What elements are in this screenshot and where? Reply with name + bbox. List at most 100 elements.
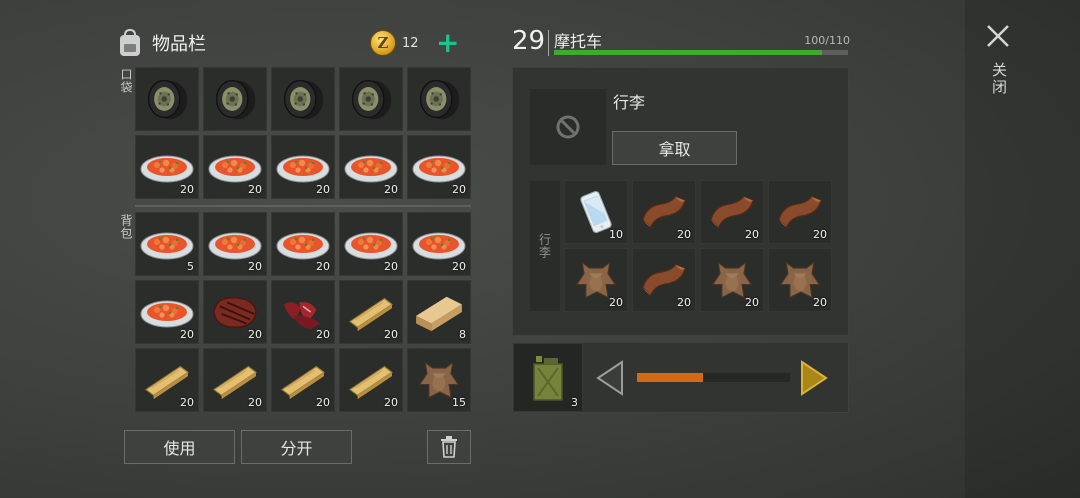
item-quantity: 15 bbox=[452, 396, 466, 409]
coin-icon: Z bbox=[370, 30, 396, 56]
inventory-slot[interactable]: 20 bbox=[203, 348, 267, 412]
fuel-increase-button[interactable] bbox=[798, 360, 830, 396]
fuel-decrease-button[interactable] bbox=[594, 360, 626, 396]
inventory-slot[interactable]: 20 bbox=[339, 212, 403, 276]
inventory-slot[interactable] bbox=[271, 67, 335, 131]
close-button[interactable] bbox=[984, 22, 1012, 50]
leather-icon bbox=[705, 191, 759, 233]
vehicle-level: 29 bbox=[512, 26, 546, 56]
storage-label: 行李 bbox=[537, 233, 552, 259]
item-quantity: 20 bbox=[677, 296, 691, 309]
item-quantity: 20 bbox=[384, 183, 398, 196]
item-quantity: 20 bbox=[452, 260, 466, 273]
inventory-slot[interactable]: 20 bbox=[271, 212, 335, 276]
log-icon bbox=[412, 291, 466, 333]
stew-icon bbox=[139, 292, 195, 332]
item-quantity: 20 bbox=[316, 328, 330, 341]
item-quantity: 20 bbox=[745, 228, 759, 241]
item-quantity: 20 bbox=[248, 260, 262, 273]
inventory-slot[interactable]: 20 bbox=[564, 248, 628, 312]
backpack-label: 背包 bbox=[119, 214, 133, 240]
fuel-level-bar bbox=[637, 373, 790, 382]
vehicle-header: 29 摩托车 100/110 bbox=[512, 24, 850, 60]
inventory-slot[interactable]: 20 bbox=[407, 212, 471, 276]
plank-icon bbox=[276, 359, 330, 401]
inventory-title: 物品栏 bbox=[152, 34, 206, 55]
inventory-slot[interactable]: 20 bbox=[339, 348, 403, 412]
close-label[interactable]: 关闭 bbox=[989, 62, 1010, 96]
inventory-slot[interactable]: 20 bbox=[271, 348, 335, 412]
inventory-slot[interactable]: 20 bbox=[203, 280, 267, 344]
pockets-grid: 20 20 20 20 20 bbox=[135, 67, 471, 199]
stew-icon bbox=[139, 224, 195, 264]
vehicle-storage-grid: 10 20 20 20 20 20 20 20 bbox=[564, 180, 832, 312]
inventory-slot[interactable]: 20 bbox=[700, 248, 764, 312]
pockets-label: 口袋 bbox=[119, 68, 133, 94]
item-quantity: 20 bbox=[316, 260, 330, 273]
item-quantity: 20 bbox=[316, 183, 330, 196]
inventory-slot[interactable]: 5 bbox=[135, 212, 199, 276]
item-quantity: 20 bbox=[180, 396, 194, 409]
stew-icon bbox=[275, 224, 331, 264]
stew-icon bbox=[207, 147, 263, 187]
inventory-slot[interactable]: 20 bbox=[135, 348, 199, 412]
inventory-slot[interactable]: 20 bbox=[768, 180, 832, 244]
inventory-slot[interactable] bbox=[203, 67, 267, 131]
stew-icon bbox=[139, 147, 195, 187]
inventory-slot[interactable] bbox=[135, 67, 199, 131]
inventory-slot[interactable] bbox=[407, 67, 471, 131]
item-quantity: 20 bbox=[248, 396, 262, 409]
header-separator bbox=[548, 30, 549, 56]
jerry-can-icon bbox=[533, 355, 563, 401]
discard-button[interactable] bbox=[427, 430, 471, 464]
triangle-right-icon bbox=[801, 360, 828, 396]
inventory-slot[interactable]: 20 bbox=[407, 135, 471, 199]
inventory-slot[interactable]: 20 bbox=[700, 180, 764, 244]
item-quantity: 20 bbox=[248, 328, 262, 341]
inventory-slot[interactable]: 8 bbox=[407, 280, 471, 344]
luggage-title: 行李 bbox=[613, 93, 646, 112]
tire-icon bbox=[212, 76, 258, 122]
inventory-slot[interactable]: 20 bbox=[768, 248, 832, 312]
vehicle-hp-bar bbox=[554, 50, 848, 55]
split-button[interactable]: 分开 bbox=[241, 430, 352, 464]
inventory-slot[interactable]: 15 bbox=[407, 348, 471, 412]
inventory-slot[interactable]: 20 bbox=[135, 135, 199, 199]
stew-icon bbox=[275, 147, 331, 187]
plank-icon bbox=[208, 359, 262, 401]
inventory-slot[interactable]: 10 bbox=[564, 180, 628, 244]
close-icon bbox=[987, 25, 1009, 47]
triangle-left-icon bbox=[596, 360, 623, 396]
item-quantity: 3 bbox=[571, 396, 578, 409]
inventory-slot[interactable]: 20 bbox=[632, 180, 696, 244]
coin-balance: Z 12 + bbox=[370, 29, 459, 57]
plank-icon bbox=[344, 359, 398, 401]
take-button[interactable]: 拿取 bbox=[612, 131, 737, 165]
inventory-slot[interactable]: 20 bbox=[203, 135, 267, 199]
steak-icon bbox=[208, 291, 262, 333]
inventory-slot[interactable]: 20 bbox=[271, 135, 335, 199]
inventory-slot[interactable] bbox=[339, 67, 403, 131]
section-divider bbox=[135, 205, 471, 207]
item-quantity: 20 bbox=[384, 260, 398, 273]
item-quantity: 5 bbox=[187, 260, 194, 273]
inventory-slot[interactable]: 20 bbox=[632, 248, 696, 312]
use-button[interactable]: 使用 bbox=[124, 430, 235, 464]
vehicle-name: 摩托车 bbox=[554, 32, 603, 51]
backpack-grid: 5 20 20 20 20 20 20 20 20 8 20 20 20 20 15 bbox=[135, 212, 471, 412]
inventory-slot[interactable]: 20 bbox=[271, 280, 335, 344]
leather-icon bbox=[773, 191, 827, 233]
fuel-slot[interactable]: 3 bbox=[513, 343, 583, 412]
tire-icon bbox=[144, 76, 190, 122]
inventory-slot[interactable]: 20 bbox=[135, 280, 199, 344]
inventory-slot[interactable]: 20 bbox=[339, 135, 403, 199]
item-quantity: 20 bbox=[384, 328, 398, 341]
leather-icon bbox=[637, 259, 691, 301]
inventory-slot[interactable]: 20 bbox=[203, 212, 267, 276]
add-coins-button[interactable]: + bbox=[436, 29, 459, 57]
raw-meat-icon bbox=[276, 291, 330, 333]
vehicle-hp-text: 100/110 bbox=[804, 34, 850, 47]
item-quantity: 20 bbox=[813, 228, 827, 241]
inventory-slot[interactable]: 20 bbox=[339, 280, 403, 344]
luggage-equip-slot[interactable] bbox=[530, 89, 606, 165]
